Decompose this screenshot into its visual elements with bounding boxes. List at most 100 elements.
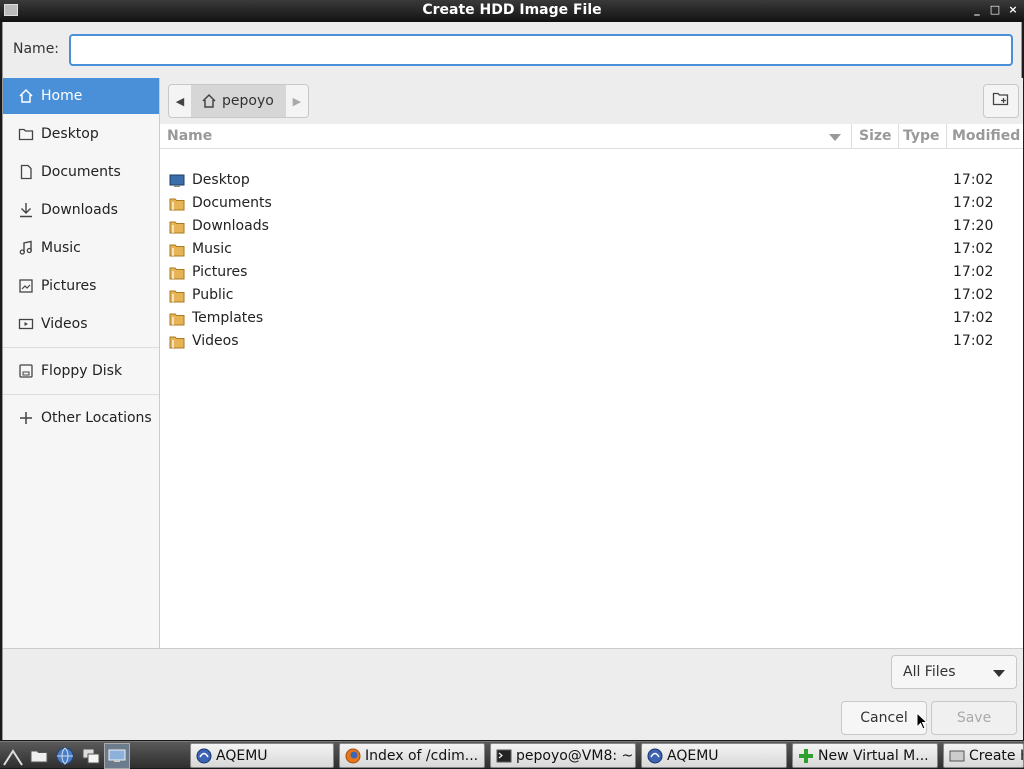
file-name: Public [192,287,234,303]
download-icon [17,201,35,219]
home-icon [201,93,217,109]
sidebar-item-floppy-disk[interactable]: Floppy Disk [3,353,159,389]
minimize-icon[interactable]: _ [970,2,984,18]
sidebar-divider [3,394,159,395]
column-header-name[interactable]: Name [167,128,212,144]
taskbar-task-browser[interactable]: Index of /cdim... [339,743,485,768]
file-modified: 17:02 [953,195,994,211]
file-row[interactable]: Videos 17:02 [160,331,1023,354]
file-name: Pictures [192,264,248,280]
sidebar-item-music[interactable]: Music [3,230,159,266]
path-back-arrow-icon[interactable]: ◀ [169,85,191,117]
green-plus-icon [797,747,815,765]
plus-icon [17,409,35,427]
sidebar-item-label: Downloads [41,202,118,218]
window-titlebar[interactable]: Create HDD Image File _ □ × [0,0,1024,22]
taskbar-task-new-virtual-machine[interactable]: New Virtual M... [792,743,938,768]
sidebar-item-label: Floppy Disk [41,363,123,379]
file-modified: 17:02 [953,264,994,280]
task-label: pepoyo@VM8: ~ [516,747,634,764]
sidebar-item-label: Documents [41,164,121,180]
folder-icon [169,266,185,284]
sidebar-item-desktop[interactable]: Desktop [3,116,159,152]
folder-icon [169,220,185,238]
sidebar-item-label: Other Locations [41,410,152,426]
sidebar-item-documents[interactable]: Documents [3,154,159,190]
sidebar-item-pictures[interactable]: Pictures [3,268,159,304]
dialog-action-area: All Files Cancel Save [3,648,1023,740]
task-label: Index of /cdim... [365,747,479,764]
save-button[interactable]: Save [931,701,1017,735]
folder-icon [169,197,185,215]
maximize-icon[interactable]: □ [988,2,1002,18]
sidebar-divider [3,347,159,348]
sidebar-item-videos[interactable]: Videos [3,306,159,342]
file-name: Templates [192,310,264,326]
column-header-modified[interactable]: Modified [952,128,1020,144]
close-icon[interactable]: × [1006,2,1020,18]
file-type-filter-dropdown[interactable]: All Files [891,655,1017,689]
file-name: Videos [192,333,239,349]
file-row[interactable]: Templates 17:02 [160,308,1023,331]
music-note-icon [17,239,35,257]
show-desktop-icon[interactable] [104,742,130,769]
file-row[interactable]: Music 17:02 [160,239,1023,262]
file-modified: 17:20 [953,218,994,234]
taskbar-task-aqemu-2[interactable]: AQEMU [641,743,787,768]
path-button-label: pepoyo [222,93,274,109]
file-name: Music [192,241,232,257]
file-browser: ◀ pepoyo ▶ Name Size Type Modified Deskt… [160,78,1023,648]
sidebar-item-label: Pictures [41,278,97,294]
file-modified: 17:02 [953,310,994,326]
name-row: Name: [3,22,1023,76]
cancel-button[interactable]: Cancel [841,701,927,735]
path-button-home[interactable]: pepoyo [191,85,286,117]
file-row[interactable]: Public 17:02 [160,285,1023,308]
path-bar: ◀ pepoyo ▶ [160,78,1023,124]
web-browser-icon[interactable] [52,743,78,769]
name-label: Name: [13,41,60,57]
file-modified: 17:02 [953,172,994,188]
firefox-icon [344,747,362,765]
file-row[interactable]: Documents 17:02 [160,193,1023,216]
file-name: Downloads [192,218,269,234]
file-manager-icon[interactable] [26,743,52,769]
taskbar-task-create-hdd-image[interactable]: Create H [943,743,1024,768]
path-forward-arrow-icon[interactable]: ▶ [286,85,308,117]
sidebar-item-other-locations[interactable]: Other Locations [3,400,159,436]
name-input[interactable] [69,34,1013,66]
chevron-down-icon [993,670,1005,677]
sort-descending-icon [829,134,841,141]
aqemu-icon [195,747,213,765]
column-header-type[interactable]: Type [903,128,940,144]
task-label: AQEMU [667,747,719,764]
home-icon [17,87,35,105]
folder-icon [17,125,35,143]
drive-icon [17,362,35,380]
video-icon [17,315,35,333]
sidebar-item-label: Music [41,240,81,256]
aqemu-icon [646,747,664,765]
new-folder-button[interactable] [983,84,1019,118]
start-menu-icon[interactable] [0,743,26,769]
file-modified: 17:02 [953,333,994,349]
taskbar-task-aqemu[interactable]: AQEMU [190,743,334,768]
sidebar-item-label: Desktop [41,126,99,142]
file-modified: 17:02 [953,241,994,257]
sidebar-item-downloads[interactable]: Downloads [3,192,159,228]
file-row[interactable]: Desktop 17:02 [160,170,1023,193]
image-icon [17,277,35,295]
file-list-header: Name Size Type Modified [160,124,1023,149]
file-chooser-dialog: Name: Home Desktop Documents Downloads M… [2,22,1023,740]
file-row[interactable]: Downloads 17:20 [160,216,1023,239]
window-switcher-icon[interactable] [78,743,104,769]
folder-new-icon [992,91,1010,111]
folder-icon [169,312,185,330]
taskbar-task-terminal[interactable]: pepoyo@VM8: ~ [490,743,636,768]
file-name: Desktop [192,172,250,188]
sidebar-item-home[interactable]: Home [3,78,159,114]
taskbar: AQEMU Index of /cdim... pepoyo@VM8: ~ AQ… [0,741,1024,769]
column-header-size[interactable]: Size [859,128,892,144]
terminal-icon [495,747,513,765]
file-row[interactable]: Pictures 17:02 [160,262,1023,285]
